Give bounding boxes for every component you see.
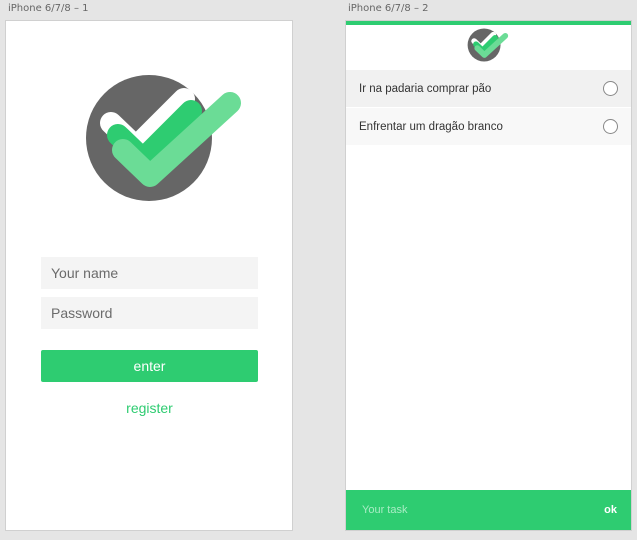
radio-circle-icon[interactable] — [603, 119, 618, 134]
ok-button[interactable]: ok — [604, 504, 617, 516]
password-field[interactable] — [41, 297, 258, 329]
task-label: Ir na padaria comprar pão — [359, 82, 492, 95]
top-accent-bar — [346, 21, 631, 25]
new-task-bar: ok — [346, 490, 631, 530]
name-field[interactable] — [41, 257, 258, 289]
artboard-label-2: iPhone 6/7/8 – 2 — [348, 3, 429, 14]
task-item[interactable]: Ir na padaria comprar pão — [346, 70, 631, 107]
enter-button[interactable]: enter — [41, 350, 258, 382]
task-label: Enfrentar um dragão branco — [359, 120, 503, 133]
checkmark-logo-icon — [86, 75, 241, 201]
artboard-label-1: iPhone 6/7/8 – 1 — [8, 3, 89, 14]
task-input[interactable] — [360, 503, 605, 517]
radio-circle-icon[interactable] — [603, 81, 618, 96]
login-screen: enter register — [6, 21, 292, 530]
register-link[interactable]: register — [41, 400, 258, 416]
checkmark-logo-icon — [467, 28, 509, 62]
task-item[interactable]: Enfrentar um dragão branco — [346, 108, 631, 145]
tasks-screen: Ir na padaria comprar pão Enfrentar um d… — [346, 21, 631, 530]
